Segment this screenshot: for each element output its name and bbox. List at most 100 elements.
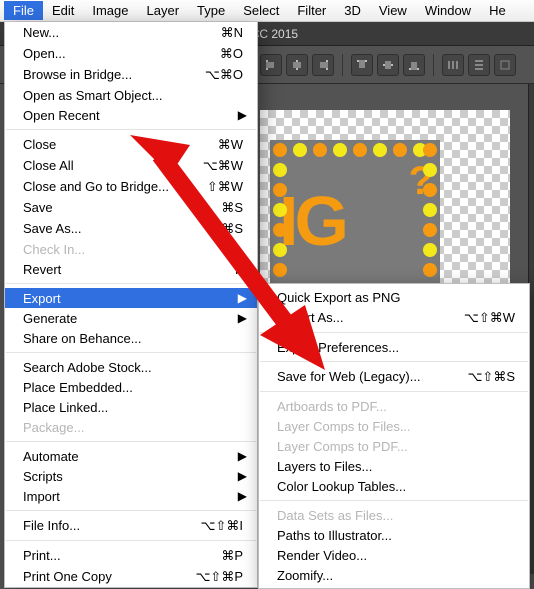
export-menu-item-data-sets-as-files: Data Sets as Files... bbox=[259, 505, 529, 525]
menu-separator bbox=[6, 129, 256, 130]
distribute-h-icon[interactable] bbox=[442, 54, 464, 76]
align-center-v-icon[interactable] bbox=[377, 54, 399, 76]
artwork-text: IG bbox=[279, 181, 345, 261]
file-menu-item-search-adobe-stock[interactable]: Search Adobe Stock... bbox=[5, 357, 257, 377]
menu-item-shortcut: ⌥⌘W bbox=[183, 158, 243, 174]
export-menu-item-zoomify[interactable]: Zoomify... bbox=[259, 565, 529, 585]
file-menu-item-new[interactable]: New...⌘N bbox=[5, 22, 257, 43]
file-menu-item-open-as-smart-object[interactable]: Open as Smart Object... bbox=[5, 85, 257, 105]
menu-separator bbox=[260, 391, 528, 392]
menu-item-label: File Info... bbox=[23, 518, 183, 533]
submenu-arrow-icon: ▶ bbox=[238, 489, 247, 503]
export-menu-item-color-lookup-tables[interactable]: Color Lookup Tables... bbox=[259, 476, 529, 496]
file-menu-item-save[interactable]: Save⌘S bbox=[5, 197, 257, 218]
menu-item-shortcut: ⇧⌘S bbox=[183, 221, 243, 237]
menu-item-label: Export Preferences... bbox=[277, 340, 515, 355]
menu-item-label: Import bbox=[23, 489, 243, 504]
menubar-item-select[interactable]: Select bbox=[234, 1, 288, 20]
menu-item-label: Save for Web (Legacy)... bbox=[277, 369, 455, 384]
menu-item-label: Export bbox=[23, 291, 243, 306]
file-menu-item-print-one-copy[interactable]: Print One Copy⌥⇧⌘P bbox=[5, 566, 257, 587]
menu-item-label: Generate bbox=[23, 311, 243, 326]
menu-item-label: Quick Export as PNG bbox=[277, 290, 515, 305]
menu-item-label: Share on Behance... bbox=[23, 331, 243, 346]
menubar-item-filter[interactable]: Filter bbox=[288, 1, 335, 20]
file-menu-item-close-all[interactable]: Close All⌥⌘W bbox=[5, 155, 257, 176]
menu-item-shortcut: ⌘N bbox=[183, 25, 243, 41]
menu-item-shortcut: ⌥⇧⌘I bbox=[183, 518, 243, 534]
file-menu-item-export[interactable]: Export▶ bbox=[5, 288, 257, 308]
menubar-item-edit[interactable]: Edit bbox=[43, 1, 83, 20]
menu-item-label: Automate bbox=[23, 449, 243, 464]
menu-item-label: Open as Smart Object... bbox=[23, 88, 243, 103]
menubar-item-he[interactable]: He bbox=[480, 1, 515, 20]
menu-item-label: Artboards to PDF... bbox=[277, 399, 515, 414]
file-menu-item-import[interactable]: Import▶ bbox=[5, 486, 257, 506]
menu-item-label: Layers to Files... bbox=[277, 459, 515, 474]
align-right-icon[interactable] bbox=[312, 54, 334, 76]
menubar-item-layer[interactable]: Layer bbox=[138, 1, 189, 20]
menu-item-label: Paths to Illustrator... bbox=[277, 528, 515, 543]
menu-item-label: Color Lookup Tables... bbox=[277, 479, 515, 494]
export-menu-item-layer-comps-to-files: Layer Comps to Files... bbox=[259, 416, 529, 436]
menu-item-shortcut: ⌥⇧⌘P bbox=[183, 569, 243, 585]
file-menu-item-place-linked[interactable]: Place Linked... bbox=[5, 397, 257, 417]
file-menu-item-open-recent[interactable]: Open Recent▶ bbox=[5, 105, 257, 125]
file-menu-item-generate[interactable]: Generate▶ bbox=[5, 308, 257, 328]
menu-item-label: Search Adobe Stock... bbox=[23, 360, 243, 375]
menu-item-label: Open... bbox=[23, 46, 183, 61]
export-menu-item-paths-to-illustrator[interactable]: Paths to Illustrator... bbox=[259, 525, 529, 545]
file-menu-item-package: Package... bbox=[5, 417, 257, 437]
menu-item-label: Package... bbox=[23, 420, 243, 435]
menubar-item-type[interactable]: Type bbox=[188, 1, 234, 20]
file-menu-item-place-embedded[interactable]: Place Embedded... bbox=[5, 377, 257, 397]
file-menu-item-browse-in-bridge[interactable]: Browse in Bridge...⌥⌘O bbox=[5, 64, 257, 85]
menu-item-label: Scripts bbox=[23, 469, 243, 484]
file-menu-item-revert[interactable]: RevertF bbox=[5, 259, 257, 279]
export-menu-item-render-video[interactable]: Render Video... bbox=[259, 545, 529, 565]
menu-item-shortcut: ⌥⌘O bbox=[183, 67, 243, 83]
file-menu-item-close-and-go-to-bridge[interactable]: Close and Go to Bridge...⇧⌘W bbox=[5, 176, 257, 197]
menu-separator bbox=[260, 361, 528, 362]
export-menu-item-export-as[interactable]: Export As...⌥⇧⌘W bbox=[259, 307, 529, 328]
align-top-icon[interactable] bbox=[351, 54, 373, 76]
menubar-item-file[interactable]: File bbox=[4, 1, 43, 20]
file-menu-item-print[interactable]: Print...⌘P bbox=[5, 545, 257, 566]
export-menu-item-quick-export-as-png[interactable]: Quick Export as PNG bbox=[259, 287, 529, 307]
submenu-arrow-icon: ▶ bbox=[238, 291, 247, 305]
menu-item-shortcut: ⌥⇧⌘W bbox=[455, 310, 515, 326]
export-menu-item-artboards-to-pdf: Artboards to PDF... bbox=[259, 396, 529, 416]
menubar-item-window[interactable]: Window bbox=[416, 1, 480, 20]
distribute-v-icon[interactable] bbox=[468, 54, 490, 76]
align-bottom-icon[interactable] bbox=[403, 54, 425, 76]
align-center-h-icon[interactable] bbox=[286, 54, 308, 76]
menu-item-shortcut: ⌘O bbox=[183, 46, 243, 62]
file-menu-item-share-on-behance[interactable]: Share on Behance... bbox=[5, 328, 257, 348]
menu-separator bbox=[260, 500, 528, 501]
file-menu-item-save-as[interactable]: Save As...⇧⌘S bbox=[5, 218, 257, 239]
menubar-item-view[interactable]: View bbox=[370, 1, 416, 20]
menu-separator bbox=[6, 283, 256, 284]
submenu-arrow-icon: ▶ bbox=[238, 449, 247, 463]
file-menu-item-close[interactable]: Close⌘W bbox=[5, 134, 257, 155]
file-menu-item-scripts[interactable]: Scripts▶ bbox=[5, 466, 257, 486]
export-menu-item-layers-to-files[interactable]: Layers to Files... bbox=[259, 456, 529, 476]
menu-item-label: Print One Copy bbox=[23, 569, 183, 584]
export-menu-item-export-preferences[interactable]: Export Preferences... bbox=[259, 337, 529, 357]
file-menu: New...⌘NOpen...⌘OBrowse in Bridge...⌥⌘OO… bbox=[4, 22, 258, 588]
file-menu-item-file-info[interactable]: File Info...⌥⇧⌘I bbox=[5, 515, 257, 536]
distribute-icon[interactable] bbox=[494, 54, 516, 76]
file-menu-item-open[interactable]: Open...⌘O bbox=[5, 43, 257, 64]
align-left-icon[interactable] bbox=[260, 54, 282, 76]
export-menu-item-save-for-web-legacy[interactable]: Save for Web (Legacy)...⌥⇧⌘S bbox=[259, 366, 529, 387]
menu-separator bbox=[6, 540, 256, 541]
menu-item-label: Close All bbox=[23, 158, 183, 173]
menu-separator bbox=[6, 352, 256, 353]
menu-item-label: Close and Go to Bridge... bbox=[23, 179, 183, 194]
file-menu-item-check-in: Check In... bbox=[5, 239, 257, 259]
menu-item-label: Close bbox=[23, 137, 183, 152]
menu-item-label: New... bbox=[23, 25, 183, 40]
menubar-item-image[interactable]: Image bbox=[83, 1, 137, 20]
file-menu-item-automate[interactable]: Automate▶ bbox=[5, 446, 257, 466]
menubar-item-3d[interactable]: 3D bbox=[335, 1, 370, 20]
